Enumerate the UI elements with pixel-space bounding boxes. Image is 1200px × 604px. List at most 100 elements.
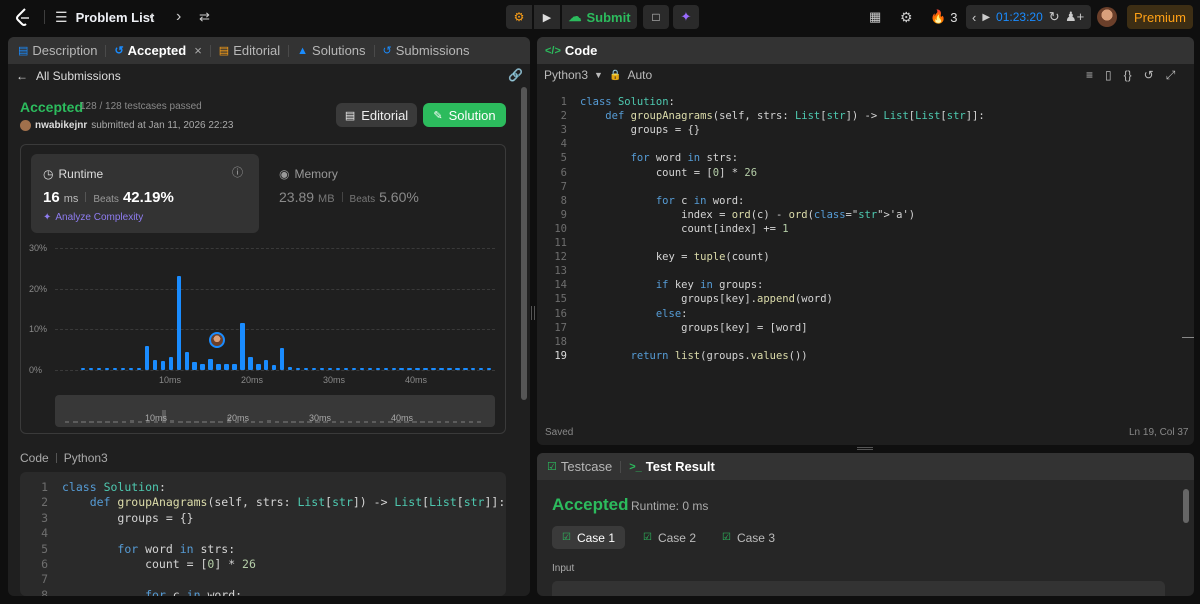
chart-bar[interactable]	[423, 367, 428, 370]
solution-button[interactable]: ✎ Solution	[423, 103, 506, 127]
result-scrollbar[interactable]	[1183, 489, 1189, 523]
tab-description[interactable]: ▤ Description	[18, 43, 97, 58]
avatar[interactable]	[1097, 0, 1117, 34]
tab-solutions[interactable]: ▲ Solutions	[297, 43, 365, 58]
chart-bar[interactable]	[295, 367, 301, 370]
memory-card[interactable]: ◉ Memory 23.89 MB Beats 5.60%	[271, 154, 491, 233]
chart-bar[interactable]	[81, 367, 86, 370]
auto-mode[interactable]: 🔒 Auto	[609, 68, 652, 82]
all-submissions-link[interactable]: ← All Submissions	[16, 68, 121, 84]
range-selector[interactable]: 10ms 20ms 30ms 40ms	[55, 395, 495, 427]
chart-bar[interactable]	[256, 363, 261, 370]
chart-bar[interactable]	[136, 367, 142, 370]
chart-bar[interactable]	[208, 358, 213, 370]
chart-bar[interactable]	[112, 367, 118, 370]
case-tab-2[interactable]: ☑ Case 2	[635, 526, 704, 549]
chart-bar[interactable]	[240, 323, 245, 370]
ai-assistant-button[interactable]: ✦	[673, 5, 699, 29]
chart-bar[interactable]	[311, 367, 317, 370]
chart-bar[interactable]	[184, 351, 189, 370]
chart-bar[interactable]	[224, 363, 229, 370]
chart-bar[interactable]	[144, 346, 150, 370]
logo[interactable]	[14, 0, 32, 34]
case-tab-1[interactable]: ☑ Case 1	[552, 526, 625, 549]
chart-bar[interactable]	[192, 361, 197, 370]
chart-bar[interactable]	[343, 367, 349, 370]
chart-bar[interactable]	[160, 361, 165, 370]
horizontal-splitter[interactable]	[857, 447, 873, 450]
analyze-complexity-link[interactable]: ✦ Analyze Complexity	[43, 212, 143, 223]
format-icon[interactable]: ≡	[1086, 68, 1093, 83]
chart-bar[interactable]	[455, 367, 460, 370]
chart-bar[interactable]	[216, 363, 221, 370]
chart-bar[interactable]	[431, 367, 436, 370]
chart-bar[interactable]	[232, 363, 237, 370]
range-bar	[371, 420, 377, 423]
submitter-username[interactable]: nwabikejnr	[35, 120, 87, 131]
chart-bar[interactable]	[272, 365, 277, 370]
vertical-splitter[interactable]	[531, 306, 535, 320]
chart-bar[interactable]	[407, 367, 412, 370]
chart-bar[interactable]	[391, 367, 396, 370]
tab-accepted[interactable]: ↺ Accepted ×	[114, 43, 201, 58]
problem-list-link[interactable]: ☰ Problem List	[55, 0, 154, 34]
chart-bar[interactable]	[96, 367, 102, 370]
chart-bar[interactable]	[264, 359, 269, 370]
editorial-button[interactable]: ▤ Editorial	[336, 103, 417, 127]
chart-bar[interactable]	[280, 347, 285, 370]
prev-problem-button[interactable]: ‹	[149, 0, 154, 34]
left-scrollbar[interactable]	[521, 87, 527, 400]
settings-button[interactable]: ⚙	[900, 0, 913, 34]
premium-button[interactable]: Premium	[1127, 5, 1193, 29]
tab-editorial[interactable]: ▤ Editorial	[219, 43, 280, 58]
random-problem-button[interactable]: ⇄	[199, 0, 210, 34]
chart-bar[interactable]	[375, 367, 380, 370]
run-button[interactable]: ▶	[534, 5, 560, 29]
chart-bar[interactable]	[439, 367, 444, 370]
chart-bar[interactable]	[176, 275, 181, 370]
chart-bar[interactable]	[288, 366, 293, 370]
share-link-button[interactable]: 🔗	[508, 68, 523, 82]
bookmark-icon[interactable]: ▯	[1105, 68, 1112, 83]
chart-bar[interactable]	[303, 367, 309, 370]
chart-bar[interactable]	[359, 367, 365, 370]
tab-testcase[interactable]: ☑ Testcase	[547, 459, 612, 474]
chart-bar[interactable]	[248, 356, 253, 370]
tab-test-result[interactable]: >_ Test Result	[629, 459, 715, 474]
chart-bar[interactable]	[447, 367, 452, 370]
chart-bar[interactable]	[120, 367, 126, 370]
chart-bar[interactable]	[367, 367, 372, 370]
code-editor[interactable]: 1 class Solution: 2 def groupAnagrams(self…	[537, 91, 1194, 411]
case-tab-3[interactable]: ☑ Case 3	[714, 526, 783, 549]
code-line: 6 count = [0] * 26	[537, 166, 1194, 180]
chart-bar[interactable]	[104, 367, 110, 370]
runtime-card[interactable]: ◷ Runtime ⓘ 16 ms Beats 42.19% ✦ Analyze…	[31, 154, 259, 233]
chart-bar[interactable]	[327, 367, 333, 370]
chart-bar[interactable]	[152, 359, 158, 370]
language-selector[interactable]: Python3 ▼	[544, 68, 603, 82]
debug-button[interactable]: ⚙	[506, 5, 532, 29]
layout-button[interactable]: ▦	[869, 0, 881, 34]
chart-bar[interactable]	[415, 367, 420, 370]
braces-icon[interactable]: {}	[1124, 68, 1132, 83]
chart-bar[interactable]	[335, 367, 341, 370]
info-icon[interactable]: ⓘ	[232, 164, 243, 180]
chart-bar[interactable]	[383, 367, 388, 370]
tab-submissions[interactable]: ↺ Submissions	[383, 43, 470, 58]
submit-button[interactable]: ☁ Submit	[562, 5, 637, 29]
chart-bar[interactable]	[319, 367, 325, 370]
chart-bar[interactable]	[399, 367, 404, 370]
chart-bar[interactable]	[463, 367, 468, 370]
chart-bar[interactable]	[351, 367, 357, 370]
chart-bar[interactable]	[128, 367, 134, 370]
add-user-button[interactable]: ♟+	[1065, 0, 1084, 34]
reset-icon[interactable]: ↺	[1144, 68, 1154, 83]
streak-counter[interactable]: 🔥 3	[930, 0, 957, 34]
next-problem-button[interactable]: ›	[176, 0, 181, 34]
chart-bar[interactable]	[200, 363, 205, 370]
chart-bar[interactable]	[168, 356, 173, 370]
fullscreen-icon[interactable]: ⤢	[1166, 68, 1176, 83]
notes-button[interactable]: □	[643, 5, 669, 29]
close-icon[interactable]: ×	[194, 43, 202, 58]
chart-bar[interactable]	[88, 367, 94, 370]
